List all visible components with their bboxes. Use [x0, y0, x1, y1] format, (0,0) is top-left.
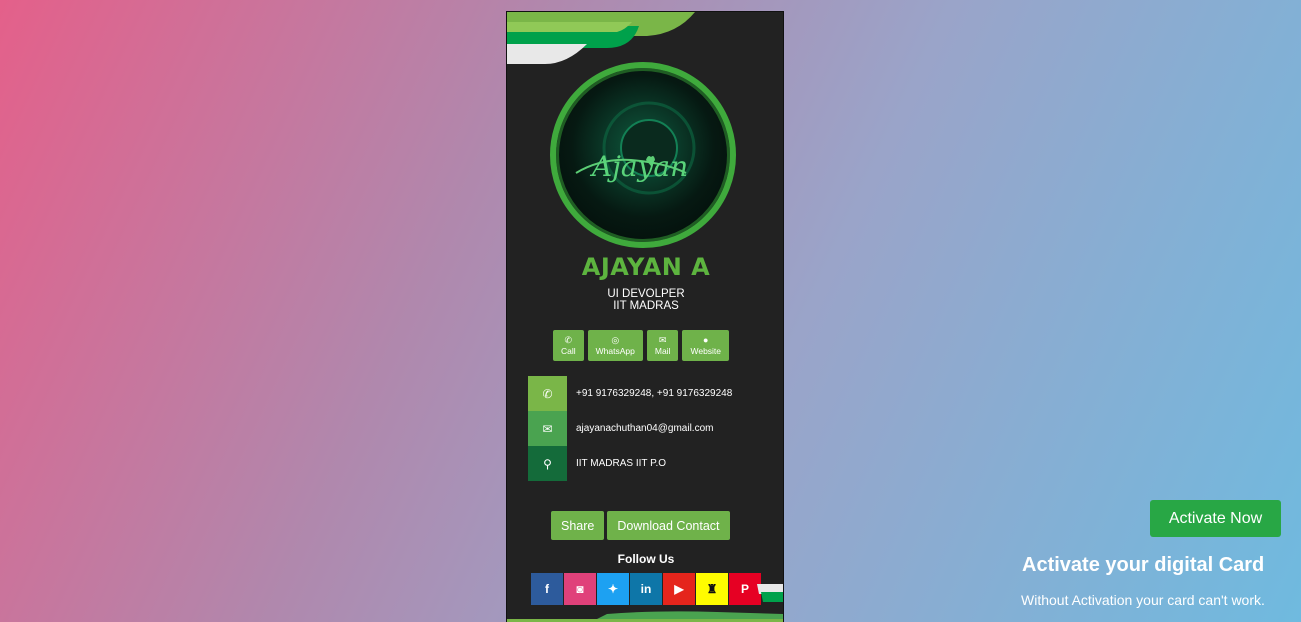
contact-address[interactable]: IIT MADRAS IIT P.O — [567, 458, 666, 469]
quick-actions: ✆ Call ◎ WhatsApp ✉ Mail ● Website — [553, 330, 730, 361]
globe-icon: ● — [703, 335, 709, 345]
contact-address-row[interactable]: ⚲ IIT MADRAS IIT P.O — [528, 446, 732, 481]
digital-business-card: Ajayan AJAYAN A UI DEVOLPER IIT MADRAS ✆… — [506, 11, 784, 622]
contact-email-row[interactable]: ✉ ajayanachuthan04@gmail.com — [528, 411, 732, 446]
share-button[interactable]: Share — [551, 511, 605, 540]
location-pin-icon: ⚲ — [528, 446, 567, 481]
activation-note: Without Activation your card can't work. — [1021, 592, 1265, 608]
website-label: Website — [690, 346, 722, 356]
contact-list: ✆ +91 9176329248, +91 9176329248 ✉ ajaya… — [528, 376, 732, 481]
call-label: Call — [561, 346, 576, 356]
mail-label: Mail — [654, 346, 671, 356]
follow-us-heading: Follow Us — [617, 552, 675, 566]
mail-icon: ✉ — [658, 335, 667, 345]
contact-phone[interactable]: +91 9176329248, +91 9176329248 — [567, 388, 732, 399]
bottom-decoration — [507, 584, 783, 622]
whatsapp-button[interactable]: ◎ WhatsApp — [587, 330, 643, 361]
phone-icon: ✆ — [564, 335, 573, 345]
profile-organization: IIT MADRAS — [613, 300, 679, 312]
avatar-signature: Ajayan — [592, 150, 689, 183]
whatsapp-icon: ◎ — [611, 335, 620, 345]
activation-title: Activate your digital Card — [1022, 554, 1265, 576]
contact-email[interactable]: ajayanachuthan04@gmail.com — [567, 423, 713, 434]
card-actions: Share Download Contact — [551, 511, 730, 540]
phone-icon: ✆ — [528, 376, 567, 411]
whatsapp-label: WhatsApp — [595, 346, 635, 356]
mail-button[interactable]: ✉ Mail — [646, 330, 679, 361]
download-contact-button[interactable]: Download Contact — [607, 511, 730, 540]
contact-phone-row[interactable]: ✆ +91 9176329248, +91 9176329248 — [528, 376, 732, 411]
profile-name: AJAYAN A — [581, 253, 711, 281]
profile-role: UI DEVOLPER — [607, 288, 685, 300]
profile-subtitle: UI DEVOLPER IIT MADRAS — [507, 288, 783, 312]
profile-avatar: Ajayan — [550, 62, 736, 248]
website-button[interactable]: ● Website — [682, 330, 730, 361]
activate-now-button[interactable]: Activate Now — [1150, 500, 1281, 537]
mail-icon: ✉ — [528, 411, 567, 446]
call-button[interactable]: ✆ Call — [553, 330, 584, 361]
